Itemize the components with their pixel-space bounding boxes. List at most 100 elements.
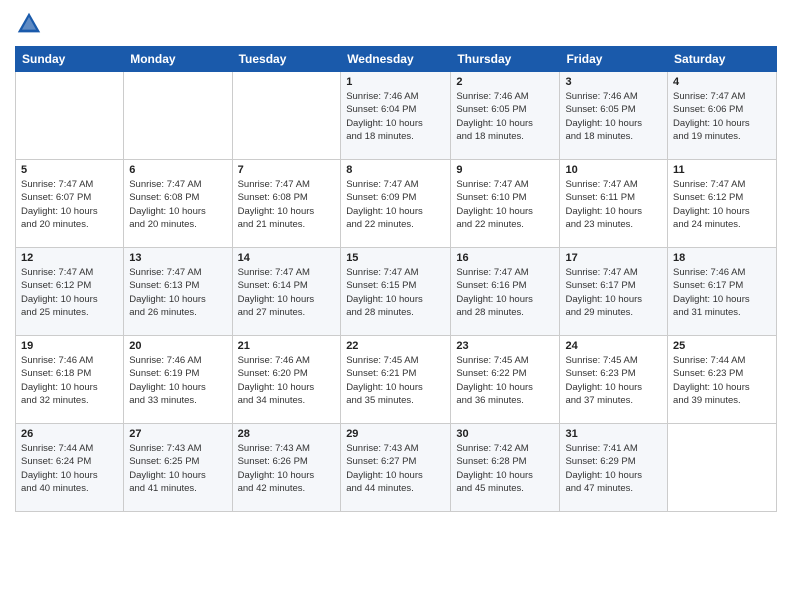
day-number: 23 xyxy=(456,340,554,352)
calendar-day-26: 26 Sunrise: 7:44 AM Sunset: 6:24 PM Dayli… xyxy=(16,424,124,512)
weekday-header-friday: Friday xyxy=(560,47,668,72)
day-info: Sunrise: 7:43 AM Sunset: 6:27 PM Dayligh… xyxy=(346,442,445,495)
day-info: Sunrise: 7:47 AM Sunset: 6:10 PM Dayligh… xyxy=(456,178,554,231)
day-number: 16 xyxy=(456,252,554,264)
calendar-day-23: 23Sunrise: 7:45 AM Sunset: 6:22 PM Dayli… xyxy=(451,336,560,424)
calendar-day-5: 5 Sunrise: 7:47 AM Sunset: 6:07 PM Daylig… xyxy=(16,160,124,248)
calendar-day-15: 15 Sunrise: 7:47 AM Sunset: 6:15 PM Dayli… xyxy=(341,248,451,336)
logo-icon xyxy=(15,10,43,38)
calendar-week-row: 12 Sunrise: 7:47 AM Sunset: 6:12 PM Dayli… xyxy=(16,248,777,336)
weekday-header-thursday: Thursday xyxy=(451,47,560,72)
calendar-day-30: 30 Sunrise: 7:42 AM Sunset: 6:28 PM Dayli… xyxy=(451,424,560,512)
day-number: 2 xyxy=(456,76,554,88)
day-number: 25 xyxy=(673,340,771,352)
calendar-day-17: 17 Sunrise: 7:47 AM Sunset: 6:17 PM Dayli… xyxy=(560,248,668,336)
calendar-empty-cell xyxy=(668,424,777,512)
day-info: Sunrise: 7:46 AM Sunset: 6:17 PM Dayligh… xyxy=(673,266,771,319)
calendar-day-24: 24 Sunrise: 7:45 AM Sunset: 6:23 PM Dayli… xyxy=(560,336,668,424)
page: SundayMondayTuesdayWednesdayThursdayFrid… xyxy=(0,0,792,612)
day-number: 17 xyxy=(565,252,662,264)
calendar-day-14: 14 Sunrise: 7:47 AM Sunset: 6:14 PM Dayli… xyxy=(232,248,341,336)
day-info: Sunrise: 7:46 AM Sunset: 6:18 PM Dayligh… xyxy=(21,354,118,407)
day-info: Sunrise: 7:47 AM Sunset: 6:14 PM Dayligh… xyxy=(238,266,336,319)
day-info: Sunrise: 7:47 AM Sunset: 6:12 PM Dayligh… xyxy=(21,266,118,319)
calendar-week-row: 26 Sunrise: 7:44 AM Sunset: 6:24 PM Dayli… xyxy=(16,424,777,512)
calendar-day-18: 18 Sunrise: 7:46 AM Sunset: 6:17 PM Dayli… xyxy=(668,248,777,336)
weekday-header-sunday: Sunday xyxy=(16,47,124,72)
calendar-day-4: 4 Sunrise: 7:47 AM Sunset: 6:06 PM Daylig… xyxy=(668,72,777,160)
day-number: 24 xyxy=(565,340,662,352)
weekday-header-row: SundayMondayTuesdayWednesdayThursdayFrid… xyxy=(16,47,777,72)
day-number: 18 xyxy=(673,252,771,264)
day-number: 7 xyxy=(238,164,336,176)
day-number: 10 xyxy=(565,164,662,176)
weekday-header-tuesday: Tuesday xyxy=(232,47,341,72)
day-info: Sunrise: 7:47 AM Sunset: 6:17 PM Dayligh… xyxy=(565,266,662,319)
calendar-day-29: 29 Sunrise: 7:43 AM Sunset: 6:27 PM Dayli… xyxy=(341,424,451,512)
logo xyxy=(15,10,47,38)
calendar-week-row: 5 Sunrise: 7:47 AM Sunset: 6:07 PM Daylig… xyxy=(16,160,777,248)
day-info: Sunrise: 7:47 AM Sunset: 6:13 PM Dayligh… xyxy=(129,266,226,319)
day-info: Sunrise: 7:47 AM Sunset: 6:11 PM Dayligh… xyxy=(565,178,662,231)
day-info: Sunrise: 7:46 AM Sunset: 6:20 PM Dayligh… xyxy=(238,354,336,407)
day-info: Sunrise: 7:43 AM Sunset: 6:26 PM Dayligh… xyxy=(238,442,336,495)
day-info: Sunrise: 7:42 AM Sunset: 6:28 PM Dayligh… xyxy=(456,442,554,495)
calendar-table: SundayMondayTuesdayWednesdayThursdayFrid… xyxy=(15,46,777,512)
calendar-day-13: 13Sunrise: 7:47 AM Sunset: 6:13 PM Dayli… xyxy=(124,248,232,336)
weekday-header-wednesday: Wednesday xyxy=(341,47,451,72)
day-number: 22 xyxy=(346,340,445,352)
day-number: 28 xyxy=(238,428,336,440)
day-info: Sunrise: 7:43 AM Sunset: 6:25 PM Dayligh… xyxy=(129,442,226,495)
day-number: 19 xyxy=(21,340,118,352)
day-info: Sunrise: 7:47 AM Sunset: 6:12 PM Dayligh… xyxy=(673,178,771,231)
calendar-week-row: 1 Sunrise: 7:46 AM Sunset: 6:04 PM Daylig… xyxy=(16,72,777,160)
calendar-week-row: 19 Sunrise: 7:46 AM Sunset: 6:18 PM Dayli… xyxy=(16,336,777,424)
day-number: 30 xyxy=(456,428,554,440)
day-info: Sunrise: 7:47 AM Sunset: 6:15 PM Dayligh… xyxy=(346,266,445,319)
day-info: Sunrise: 7:47 AM Sunset: 6:07 PM Dayligh… xyxy=(21,178,118,231)
calendar-day-1: 1 Sunrise: 7:46 AM Sunset: 6:04 PM Daylig… xyxy=(341,72,451,160)
calendar-day-9: 9Sunrise: 7:47 AM Sunset: 6:10 PM Daylig… xyxy=(451,160,560,248)
day-info: Sunrise: 7:44 AM Sunset: 6:24 PM Dayligh… xyxy=(21,442,118,495)
day-number: 11 xyxy=(673,164,771,176)
day-number: 21 xyxy=(238,340,336,352)
day-number: 6 xyxy=(129,164,226,176)
calendar-day-22: 22 Sunrise: 7:45 AM Sunset: 6:21 PM Dayli… xyxy=(341,336,451,424)
day-info: Sunrise: 7:47 AM Sunset: 6:16 PM Dayligh… xyxy=(456,266,554,319)
day-number: 4 xyxy=(673,76,771,88)
day-number: 3 xyxy=(565,76,662,88)
day-number: 15 xyxy=(346,252,445,264)
day-number: 29 xyxy=(346,428,445,440)
calendar-day-2: 2 Sunrise: 7:46 AM Sunset: 6:05 PM Daylig… xyxy=(451,72,560,160)
calendar-empty-cell xyxy=(232,72,341,160)
calendar-day-27: 27 Sunrise: 7:43 AM Sunset: 6:25 PM Dayli… xyxy=(124,424,232,512)
day-info: Sunrise: 7:41 AM Sunset: 6:29 PM Dayligh… xyxy=(565,442,662,495)
day-number: 26 xyxy=(21,428,118,440)
calendar-day-11: 11 Sunrise: 7:47 AM Sunset: 6:12 PM Dayli… xyxy=(668,160,777,248)
calendar-day-28: 28 Sunrise: 7:43 AM Sunset: 6:26 PM Dayli… xyxy=(232,424,341,512)
header xyxy=(15,10,777,38)
day-info: Sunrise: 7:44 AM Sunset: 6:23 PM Dayligh… xyxy=(673,354,771,407)
calendar-day-6: 6Sunrise: 7:47 AM Sunset: 6:08 PM Daylig… xyxy=(124,160,232,248)
day-info: Sunrise: 7:47 AM Sunset: 6:09 PM Dayligh… xyxy=(346,178,445,231)
day-info: Sunrise: 7:45 AM Sunset: 6:21 PM Dayligh… xyxy=(346,354,445,407)
day-number: 27 xyxy=(129,428,226,440)
calendar-day-7: 7 Sunrise: 7:47 AM Sunset: 6:08 PM Daylig… xyxy=(232,160,341,248)
calendar-day-8: 8 Sunrise: 7:47 AM Sunset: 6:09 PM Daylig… xyxy=(341,160,451,248)
day-info: Sunrise: 7:46 AM Sunset: 6:04 PM Dayligh… xyxy=(346,90,445,143)
day-number: 8 xyxy=(346,164,445,176)
day-number: 12 xyxy=(21,252,118,264)
calendar-day-10: 10 Sunrise: 7:47 AM Sunset: 6:11 PM Dayli… xyxy=(560,160,668,248)
calendar-day-25: 25 Sunrise: 7:44 AM Sunset: 6:23 PM Dayli… xyxy=(668,336,777,424)
day-number: 14 xyxy=(238,252,336,264)
day-number: 5 xyxy=(21,164,118,176)
day-number: 1 xyxy=(346,76,445,88)
calendar-day-3: 3 Sunrise: 7:46 AM Sunset: 6:05 PM Daylig… xyxy=(560,72,668,160)
calendar-empty-cell xyxy=(124,72,232,160)
day-info: Sunrise: 7:46 AM Sunset: 6:05 PM Dayligh… xyxy=(456,90,554,143)
day-info: Sunrise: 7:47 AM Sunset: 6:06 PM Dayligh… xyxy=(673,90,771,143)
day-info: Sunrise: 7:47 AM Sunset: 6:08 PM Dayligh… xyxy=(238,178,336,231)
day-info: Sunrise: 7:46 AM Sunset: 6:19 PM Dayligh… xyxy=(129,354,226,407)
day-info: Sunrise: 7:46 AM Sunset: 6:05 PM Dayligh… xyxy=(565,90,662,143)
day-info: Sunrise: 7:45 AM Sunset: 6:23 PM Dayligh… xyxy=(565,354,662,407)
